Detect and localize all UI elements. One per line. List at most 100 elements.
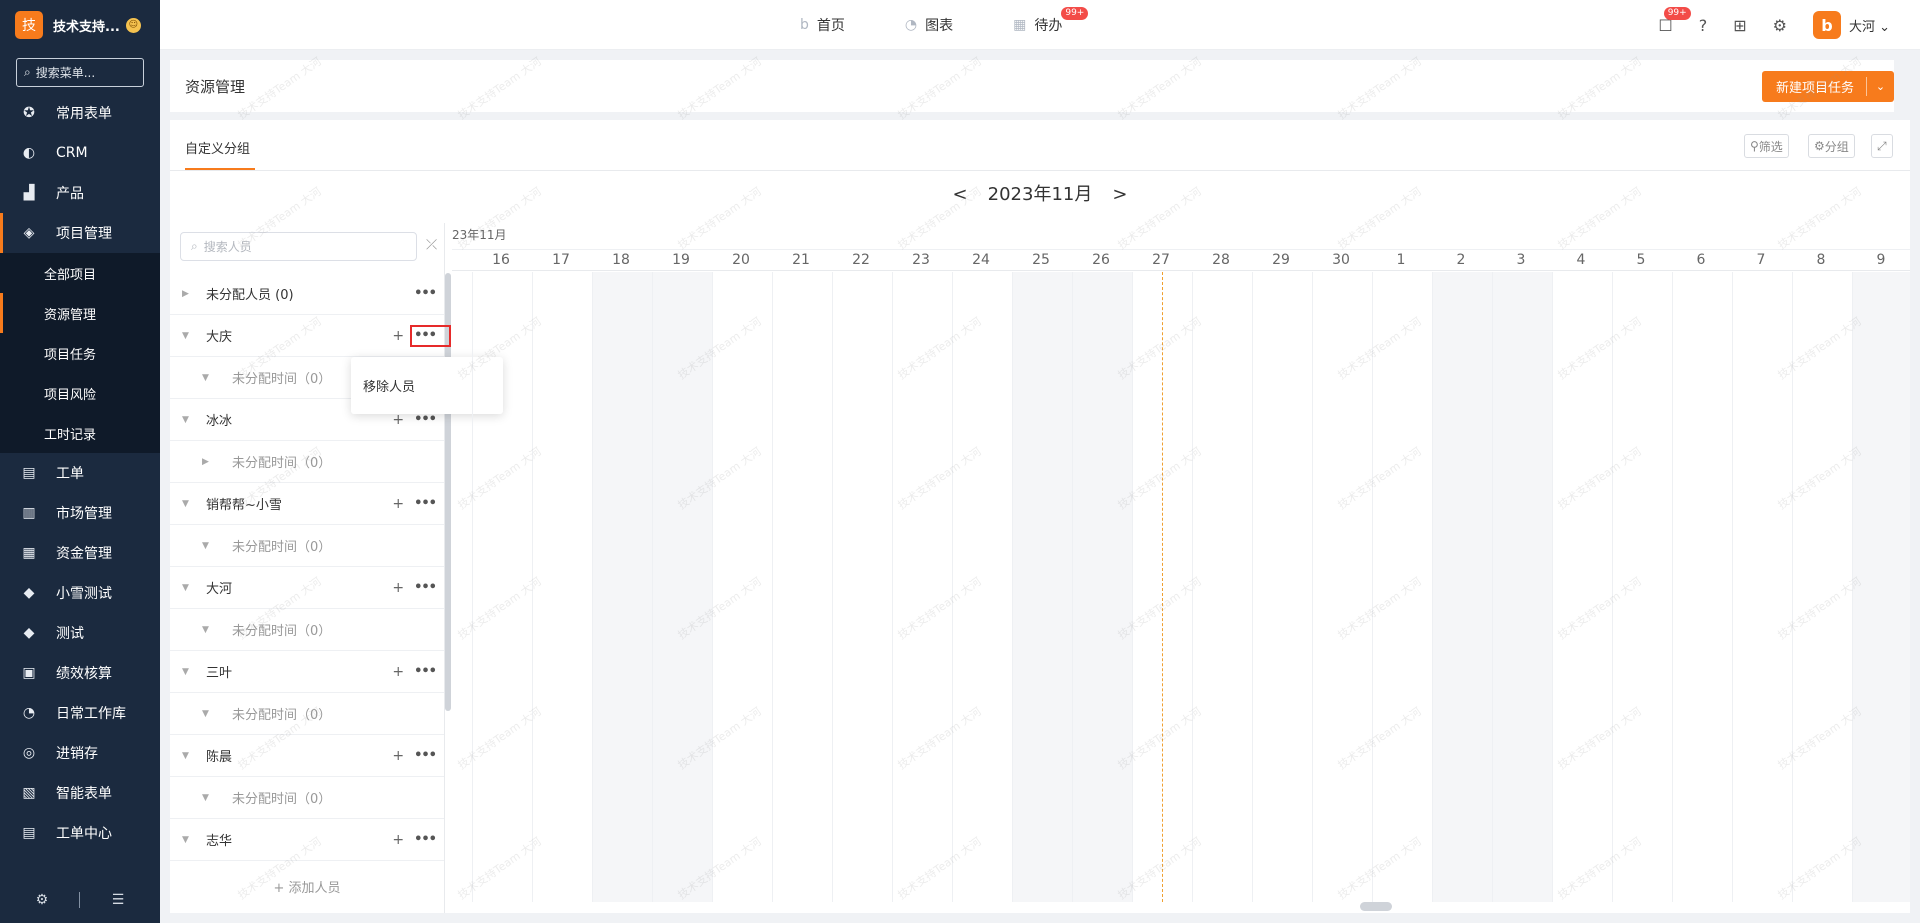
more-icon[interactable]: ••• — [414, 832, 437, 847]
gantt-day-column[interactable] — [712, 272, 772, 902]
gantt-day-column[interactable] — [1552, 272, 1612, 902]
sidebar-item-tickets[interactable]: ▤ 工单 — [0, 453, 160, 493]
gantt-day-column[interactable] — [1072, 272, 1132, 902]
gantt-day-column[interactable] — [952, 272, 1012, 902]
more-icon[interactable]: ••• — [414, 664, 437, 679]
gantt-day-column[interactable] — [1372, 272, 1432, 902]
gantt-day-column[interactable] — [472, 272, 532, 902]
caret-down-icon[interactable]: ▼ — [182, 415, 194, 425]
chevron-down-icon[interactable]: ⌄ — [1866, 77, 1894, 96]
caret-down-icon[interactable]: ▼ — [182, 331, 194, 341]
gantt-day-column[interactable] — [1612, 272, 1672, 902]
sidebar-item-marketing[interactable]: ▥ 市场管理 — [0, 493, 160, 533]
tab-custom-group[interactable]: 自定义分组 — [185, 138, 250, 157]
person-row[interactable]: ▼ 志华 + ••• — [170, 819, 444, 861]
person-row-unassigned[interactable]: ▶ 未分配人员 (0) ••• — [170, 273, 444, 315]
avatar[interactable]: b — [1812, 11, 1841, 39]
more-icon[interactable]: ••• — [414, 496, 437, 511]
sidebar-item-common-forms[interactable]: ✪ 常用表单 — [0, 93, 160, 133]
gantt-day-column[interactable] — [1852, 272, 1910, 902]
app-logo[interactable]: 技 — [15, 11, 43, 39]
caret-down-icon[interactable]: ▼ — [182, 499, 194, 509]
more-icon[interactable]: ••• — [414, 412, 437, 427]
sidebar-item-xiaoxue-test[interactable]: ◆ 小雪测试 — [0, 573, 160, 613]
message-icon[interactable]: ☐ 99+ — [1658, 6, 1691, 35]
person-row[interactable]: ▼ 大河 + ••• — [170, 567, 444, 609]
more-icon[interactable]: ••• — [414, 748, 437, 763]
add-icon[interactable]: + — [392, 580, 404, 596]
settings-icon[interactable]: ⚙ — [36, 892, 49, 908]
gantt-day-column[interactable] — [1492, 272, 1552, 902]
collapse-menu-icon[interactable]: ☰ — [112, 892, 125, 908]
sidebar-subitem-project-risks[interactable]: 项目风险 — [0, 373, 160, 413]
sidebar-subitem-all-projects[interactable]: 全部项目 — [0, 253, 160, 293]
caret-right-icon[interactable]: ▶ — [182, 289, 194, 299]
person-row[interactable]: ▼ 三叶 + ••• — [170, 651, 444, 693]
user-menu[interactable]: 大河 ⌄ — [1849, 16, 1890, 35]
horizontal-scrollbar[interactable] — [1360, 902, 1392, 911]
gantt-day-column[interactable] — [1732, 272, 1792, 902]
help-icon[interactable]: ? — [1699, 16, 1708, 35]
group-button[interactable]: ⚙ 分组 — [1808, 134, 1855, 158]
sidebar-item-project-management[interactable]: ◈ 项目管理 — [0, 213, 160, 253]
sidebar-item-smart-forms[interactable]: ▧ 智能表单 — [0, 773, 160, 813]
sidebar-item-ticket-center[interactable]: ▤ 工单中心 — [0, 813, 160, 853]
caret-down-icon[interactable]: ▼ — [182, 751, 194, 761]
unassigned-time-row[interactable]: ▼ 未分配时间（0） — [170, 525, 444, 567]
app-name[interactable]: 技术支持... — [53, 16, 120, 35]
sidebar-item-inventory[interactable]: ◎ 进销存 — [0, 733, 160, 773]
nav-home[interactable]: b 首页 — [800, 15, 845, 35]
more-icon[interactable]: ••• — [414, 580, 437, 595]
person-row[interactable]: ▼ 大庆 + ••• — [170, 315, 444, 357]
gantt-day-column[interactable] — [832, 272, 892, 902]
gantt-day-column[interactable] — [592, 272, 652, 902]
collapse-all-icon[interactable]: ⤫ — [426, 237, 437, 253]
caret-down-icon[interactable]: ▼ — [182, 667, 194, 677]
gantt-day-column[interactable] — [1012, 272, 1072, 902]
sidebar-item-funds[interactable]: ▦ 资金管理 — [0, 533, 160, 573]
add-icon[interactable]: + — [392, 832, 404, 848]
gantt-day-column[interactable] — [892, 272, 952, 902]
more-icon[interactable]: ••• — [414, 286, 437, 301]
nav-charts[interactable]: ◔ 图表 — [905, 15, 953, 35]
nav-todo[interactable]: ▦ 待办 99+ — [1013, 7, 1089, 35]
gantt-day-column[interactable] — [532, 272, 592, 902]
caret-down-icon[interactable]: ▼ — [202, 793, 214, 803]
sidebar-item-performance[interactable]: ▣ 绩效核算 — [0, 653, 160, 693]
sidebar-item-daily-work[interactable]: ◔ 日常工作库 — [0, 693, 160, 733]
person-row[interactable]: ▼ 销帮帮~小雪 + ••• — [170, 483, 444, 525]
caret-down-icon[interactable]: ▼ — [202, 625, 214, 635]
gantt-day-column[interactable] — [1312, 272, 1372, 902]
person-search-input[interactable]: ⌕ 搜索人员 — [180, 232, 417, 261]
caret-down-icon[interactable]: ▼ — [182, 583, 194, 593]
new-project-task-button[interactable]: 新建项目任务 ⌄ — [1762, 71, 1894, 102]
sidebar-item-product[interactable]: ▟ 产品 — [0, 173, 160, 213]
gantt-day-column[interactable] — [1792, 272, 1852, 902]
gantt-day-column[interactable] — [1672, 272, 1732, 902]
fullscreen-button[interactable]: ⤢ — [1871, 134, 1893, 158]
caret-down-icon[interactable]: ▼ — [202, 709, 214, 719]
prev-month-icon[interactable]: < — [953, 184, 968, 205]
caret-down-icon[interactable]: ▼ — [182, 835, 194, 845]
next-month-icon[interactable]: > — [1112, 184, 1127, 205]
add-icon[interactable]: + — [392, 748, 404, 764]
add-icon[interactable]: + — [392, 328, 404, 344]
filter-button[interactable]: ⚲ 筛选 — [1744, 134, 1789, 158]
gantt-day-column[interactable] — [1432, 272, 1492, 902]
gantt-day-column[interactable] — [652, 272, 712, 902]
add-icon[interactable]: + — [392, 496, 404, 512]
sidebar-subitem-resource-management[interactable]: 资源管理 — [0, 293, 160, 333]
remove-person-menu-item[interactable]: 移除人员 — [363, 380, 415, 395]
caret-down-icon[interactable]: ▼ — [202, 541, 214, 551]
sidebar-subitem-project-tasks[interactable]: 项目任务 — [0, 333, 160, 373]
gantt-day-column[interactable] — [1252, 272, 1312, 902]
settings-icon[interactable]: ⚙ — [1773, 16, 1787, 35]
caret-right-icon[interactable]: ▶ — [202, 457, 214, 467]
gantt-day-column[interactable] — [1192, 272, 1252, 902]
unassigned-time-row[interactable]: ▼ 未分配时间（0） — [170, 777, 444, 819]
menu-search-input[interactable]: ⌕ 搜索菜单... — [16, 58, 144, 87]
person-row[interactable]: ▼ 陈晨 + ••• — [170, 735, 444, 777]
sidebar-item-test[interactable]: ◆ 测试 — [0, 613, 160, 653]
add-person-button[interactable]: + 添加人员 — [170, 877, 444, 896]
caret-down-icon[interactable]: ▼ — [202, 373, 214, 383]
